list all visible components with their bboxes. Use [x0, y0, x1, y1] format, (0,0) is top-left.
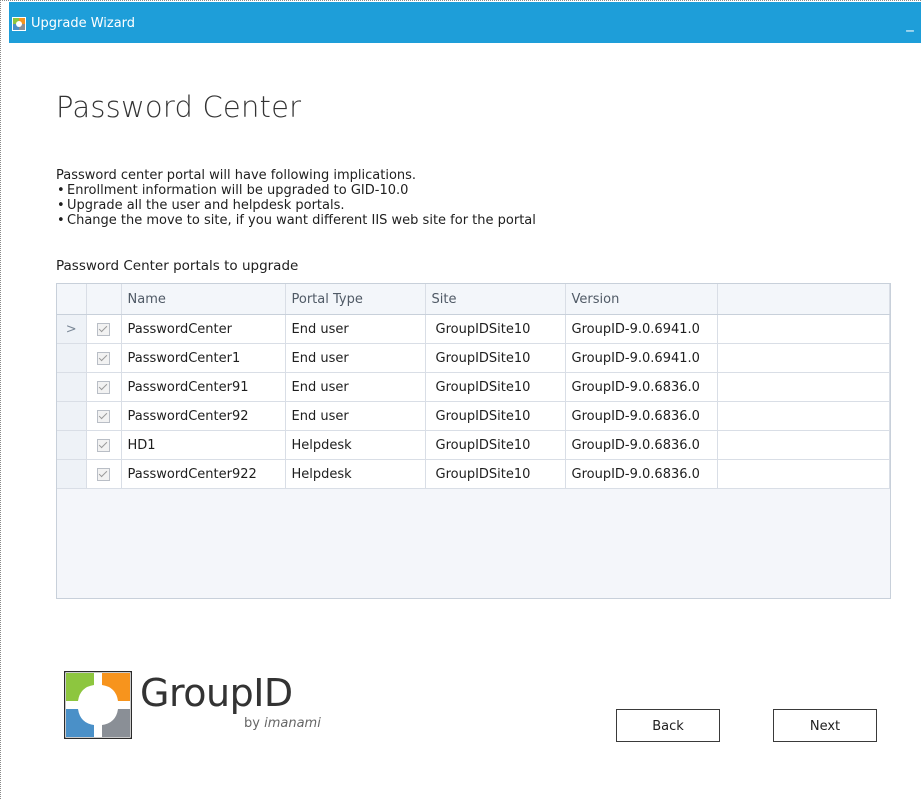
implication-item: Change the move to site, if you want dif…	[56, 213, 536, 228]
cell-site[interactable]: GroupIDSite10	[425, 430, 566, 460]
cell-name: HD1	[121, 430, 286, 460]
current-row-indicator: >	[57, 314, 87, 344]
cell-name: PasswordCenter92	[121, 401, 286, 431]
row-indicator-header	[57, 284, 87, 315]
window-title: Upgrade Wizard	[31, 16, 136, 31]
cell-name: PasswordCenter922	[121, 459, 286, 489]
groupid-logo: GroupID by imanami	[64, 671, 344, 746]
cell-name: PasswordCenter91	[121, 372, 286, 402]
cell-site[interactable]: GroupIDSite10	[425, 372, 566, 402]
implication-item: Upgrade all the user and helpdesk portal…	[56, 198, 536, 213]
row-indicator	[57, 430, 87, 460]
logo-byline: by imanami	[244, 716, 321, 731]
table-row[interactable]: PasswordCenter91 End user GroupIDSite10 …	[57, 372, 890, 402]
row-checkbox[interactable]	[97, 409, 110, 423]
table-row[interactable]: PasswordCenter1 End user GroupIDSite10 G…	[57, 343, 890, 373]
table-row[interactable]: PasswordCenter922 Helpdesk GroupIDSite10…	[57, 459, 890, 489]
row-checkbox[interactable]	[97, 380, 110, 394]
logo-by-text: by	[244, 716, 260, 731]
groupid-logo-mark-icon	[64, 671, 132, 739]
cell-portal-type: Helpdesk	[285, 459, 426, 489]
table-row[interactable]: > PasswordCenter End user GroupIDSite10 …	[57, 314, 890, 344]
logo-company-text: imanami	[264, 716, 321, 731]
cell-portal-type: End user	[285, 314, 426, 344]
cell-portal-type: End user	[285, 372, 426, 402]
cell-site[interactable]: GroupIDSite10	[425, 343, 566, 373]
cell-site[interactable]: GroupIDSite10	[425, 314, 566, 344]
cell-portal-type: End user	[285, 343, 426, 373]
cell-version: GroupID-9.0.6836.0	[565, 459, 718, 489]
cell-version: GroupID-9.0.6836.0	[565, 401, 718, 431]
column-header-name[interactable]: Name	[121, 284, 286, 315]
cell-version: GroupID-9.0.6941.0	[565, 314, 718, 344]
portals-table: Name Portal Type Site Version > Password…	[57, 284, 890, 489]
cell-version: GroupID-9.0.6836.0	[565, 430, 718, 460]
back-button[interactable]: Back	[616, 709, 720, 742]
cell-filler	[717, 401, 890, 431]
row-indicator	[57, 372, 87, 402]
cell-site[interactable]: GroupIDSite10	[425, 459, 566, 489]
table-row[interactable]: PasswordCenter92 End user GroupIDSite10 …	[57, 401, 890, 431]
cell-name: PasswordCenter1	[121, 343, 286, 373]
cell-portal-type: Helpdesk	[285, 430, 426, 460]
cell-version: GroupID-9.0.6941.0	[565, 343, 718, 373]
implications-text: Password center portal will have followi…	[56, 168, 536, 228]
minimize-button[interactable]: _	[903, 14, 917, 32]
cell-filler	[717, 343, 890, 373]
cell-version: GroupID-9.0.6836.0	[565, 372, 718, 402]
logo-brand-text: GroupID	[140, 671, 293, 715]
window-frame-top	[0, 0, 921, 1]
row-checkbox[interactable]	[97, 322, 110, 336]
cell-name: PasswordCenter	[121, 314, 286, 344]
implication-item: Enrollment information will be upgraded …	[56, 183, 536, 198]
window-titlebar[interactable]: Upgrade Wizard _	[9, 2, 921, 43]
portals-grid[interactable]: Name Portal Type Site Version > Password…	[56, 283, 891, 599]
implications-list: Enrollment information will be upgraded …	[56, 183, 536, 228]
column-header-filler	[717, 284, 890, 315]
table-row[interactable]: HD1 Helpdesk GroupIDSite10 GroupID-9.0.6…	[57, 430, 890, 460]
grid-header-row: Name Portal Type Site Version	[57, 284, 890, 315]
next-button[interactable]: Next	[773, 709, 877, 742]
cell-filler	[717, 314, 890, 344]
cell-filler	[717, 372, 890, 402]
row-checkbox[interactable]	[97, 351, 110, 365]
column-header-portal-type[interactable]: Portal Type	[285, 284, 426, 315]
row-indicator	[57, 459, 87, 489]
page-title: Password Center	[56, 90, 302, 124]
cell-filler	[717, 430, 890, 460]
column-header-site[interactable]: Site	[425, 284, 566, 315]
portals-grid-label: Password Center portals to upgrade	[56, 258, 299, 274]
app-icon	[12, 17, 26, 31]
implications-intro: Password center portal will have followi…	[56, 168, 417, 183]
cell-site[interactable]: GroupIDSite10	[425, 401, 566, 431]
row-indicator	[57, 401, 87, 431]
row-checkbox[interactable]	[97, 467, 110, 481]
cell-filler	[717, 459, 890, 489]
window-frame-left	[0, 0, 1, 799]
row-checkbox[interactable]	[97, 438, 110, 452]
column-header-version[interactable]: Version	[565, 284, 718, 315]
select-header	[86, 284, 122, 315]
cell-portal-type: End user	[285, 401, 426, 431]
row-indicator	[57, 343, 87, 373]
